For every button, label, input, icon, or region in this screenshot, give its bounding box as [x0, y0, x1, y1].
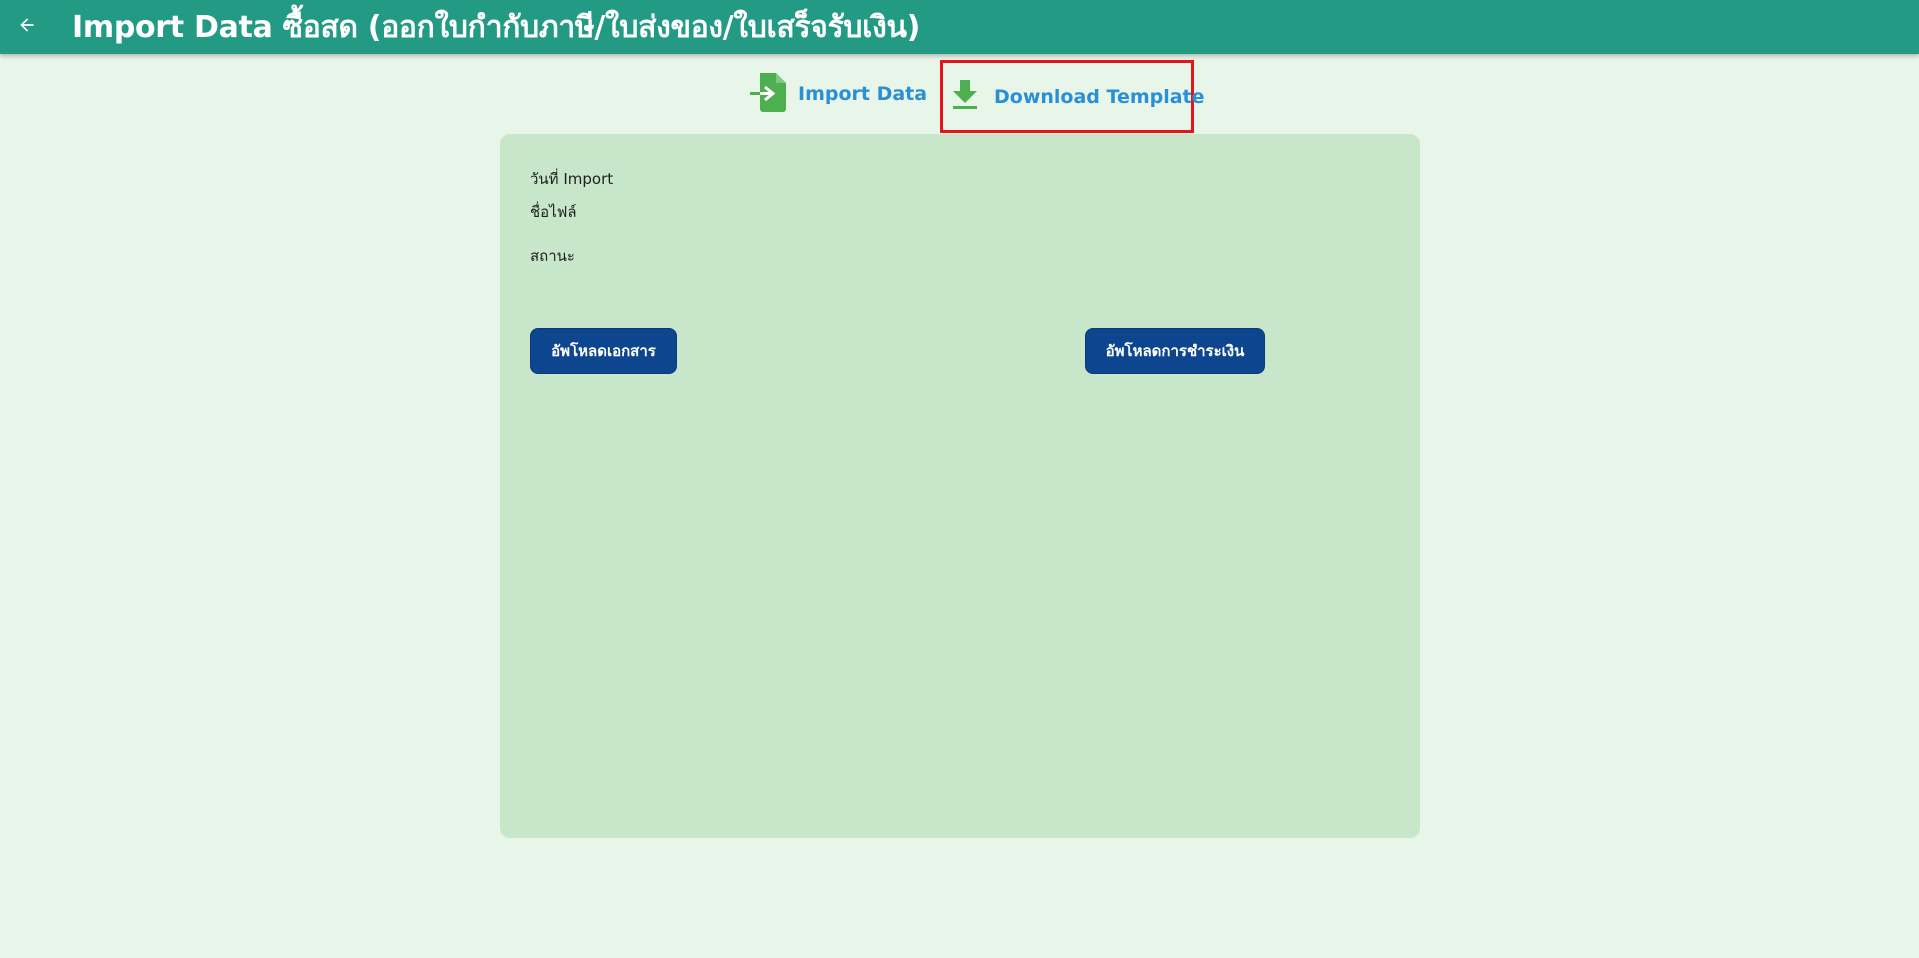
status-label: สถานะ — [530, 247, 575, 265]
import-info-panel: วันที่ Import ชื่อไฟล์ สถานะ อัพโหลดเอกส… — [500, 134, 1420, 838]
download-template-label: Download Template — [994, 85, 1205, 108]
file-import-icon — [748, 70, 792, 119]
app-bar: Import Data ซื้อสด (ออกใบกำกับภาษี/ใบส่ง… — [0, 0, 1919, 54]
arrow-left-icon — [17, 15, 37, 39]
import-data-link[interactable]: Import Data — [748, 72, 927, 116]
upload-payment-button[interactable]: อัพโหลดการชำระเงิน — [1085, 328, 1265, 374]
file-name-label: ชื่อไฟล์ — [530, 203, 577, 221]
download-icon — [950, 78, 980, 115]
page-title: Import Data ซื้อสด (ออกใบกำกับภาษี/ใบส่ง… — [72, 9, 921, 45]
back-button[interactable] — [0, 0, 54, 54]
import-data-label: Import Data — [798, 83, 928, 105]
import-date-label: วันที่ Import — [530, 170, 614, 188]
upload-document-button[interactable]: อัพโหลดเอกสาร — [530, 328, 677, 374]
download-template-link[interactable]: Download Template — [940, 60, 1205, 133]
